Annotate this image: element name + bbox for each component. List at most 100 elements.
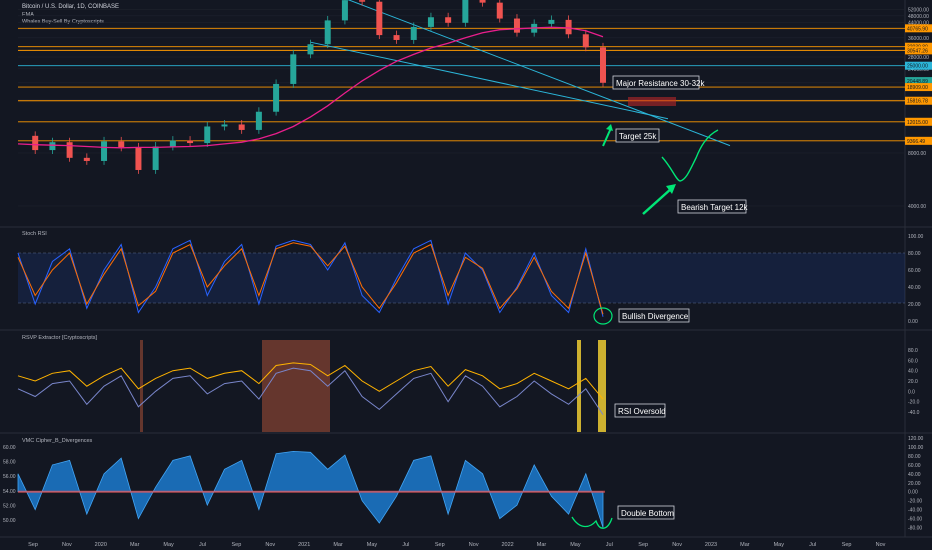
stoch-tick-label: 20.00 xyxy=(908,302,921,308)
rsvp-tick-label: -40.0 xyxy=(908,410,920,416)
candle-body xyxy=(307,44,314,55)
candle-body xyxy=(324,20,331,45)
candle-body xyxy=(135,147,142,170)
vmc-left-tick-label: 60.00 xyxy=(3,445,16,451)
candle-body xyxy=(152,146,159,170)
rsvp-tick-label: 40.0 xyxy=(908,369,918,375)
candle-body xyxy=(101,141,108,161)
stoch-tick-label: 40.00 xyxy=(908,285,921,291)
candle-body xyxy=(513,18,520,33)
price-label-text: 40765.90 xyxy=(907,26,928,32)
stoch-tick-label: 100.00 xyxy=(908,234,924,240)
double-bottom-label: Double Bottom xyxy=(621,509,674,518)
candle-body xyxy=(83,157,90,161)
rsvp-tick-label: 80.0 xyxy=(908,348,918,354)
rsvp-highlight-bar xyxy=(262,340,330,432)
candle-body xyxy=(66,142,73,158)
candle-body xyxy=(273,83,280,112)
price-label-text: 9366.49 xyxy=(907,139,925,145)
candle-body xyxy=(393,35,400,40)
rsi-oversold-annotation[interactable]: RSI Oversold xyxy=(614,403,666,418)
candle-body xyxy=(376,1,383,36)
candle-body xyxy=(462,0,469,23)
vmc-tick-label: 120.00 xyxy=(908,436,924,442)
bullish-divergence-annotation[interactable]: Bullish Divergence xyxy=(618,308,690,323)
vmc-panel-title: VMC Cipher_B_Divergences xyxy=(22,438,93,444)
vmc-left-tick-label: 52.00 xyxy=(3,503,16,509)
time-tick-label: Nov xyxy=(62,542,72,548)
price-tick-label: 36000.00 xyxy=(908,36,929,42)
time-tick-label: Nov xyxy=(876,542,886,548)
time-tick-label: Mar xyxy=(130,542,140,548)
candle-body xyxy=(49,142,56,151)
time-tick-label: 2023 xyxy=(705,542,717,548)
vmc-tick-label: -20.00 xyxy=(908,499,922,505)
time-tick-label: Sep xyxy=(232,542,242,548)
vmc-tick-label: 40.00 xyxy=(908,472,921,478)
major-resistance-annotation[interactable]: Major Resistance 30-32k xyxy=(612,75,705,90)
double-bottom-annotation[interactable]: Double Bottom xyxy=(617,505,675,520)
time-tick-label: 2022 xyxy=(501,542,513,548)
candle-body xyxy=(255,111,262,130)
time-tick-label: Sep xyxy=(28,542,38,548)
stoch-tick-label: 80.00 xyxy=(908,251,921,257)
time-tick-label: Sep xyxy=(435,542,445,548)
price-tick-label: 4000.00 xyxy=(908,204,926,210)
candle-body xyxy=(221,124,228,127)
candle-body xyxy=(118,141,125,148)
target-25k-annotation[interactable]: Target 25k xyxy=(615,128,660,143)
candle-body xyxy=(32,135,39,151)
candle-body xyxy=(359,0,366,2)
time-tick-label: May xyxy=(570,542,581,548)
ema-indicator-label: EMA xyxy=(22,12,34,18)
bullish-divergence-label: Bullish Divergence xyxy=(622,312,689,321)
candle-body xyxy=(565,19,572,35)
candle-body xyxy=(496,2,503,19)
vmc-tick-label: -60.00 xyxy=(908,517,922,523)
bearish-target-annotation[interactable]: Bearish Target 12k xyxy=(677,199,749,214)
time-tick-label: May xyxy=(163,542,174,548)
price-label-text: 30547.26 xyxy=(907,48,928,54)
vmc-left-tick-label: 54.00 xyxy=(3,489,16,495)
rsi-oversold-label: RSI Oversold xyxy=(618,407,666,416)
vmc-left-tick-label: 58.00 xyxy=(3,460,16,466)
bearish-target-label: Bearish Target 12k xyxy=(681,203,749,212)
candle-body xyxy=(600,47,606,83)
vmc-tick-label: 20.00 xyxy=(908,481,921,487)
candle-body xyxy=(548,19,555,24)
vmc-tick-label: 0.00 xyxy=(908,490,918,496)
candle-body xyxy=(410,26,417,40)
price-label-text: 15816.78 xyxy=(907,99,928,105)
time-tick-label: Jul xyxy=(199,542,206,548)
time-tick-label: Mar xyxy=(537,542,547,548)
target-25k-label: Target 25k xyxy=(619,132,657,141)
time-tick-label: Sep xyxy=(638,542,648,548)
vmc-left-tick-label: 50.00 xyxy=(3,518,16,524)
time-tick-label: Jul xyxy=(809,542,816,548)
resistance-zone-box xyxy=(628,97,676,106)
vmc-tick-label: 80.00 xyxy=(908,454,921,460)
stoch-panel-title: Stoch RSI xyxy=(22,231,47,237)
time-tick-label: Mar xyxy=(333,542,343,548)
price-label-text: 18909.00 xyxy=(907,85,928,91)
candle-body xyxy=(582,34,589,48)
rsvp-highlight-bar xyxy=(598,340,606,432)
price-label-text: 12015.00 xyxy=(907,120,928,126)
price-tick-label: 28000.00 xyxy=(908,55,929,61)
price-label-text: 25000.00 xyxy=(907,64,928,70)
time-tick-label: 2020 xyxy=(95,542,107,548)
price-tick-label: 8000.00 xyxy=(908,151,926,157)
rsvp-highlight-bar xyxy=(577,340,581,432)
candle-body xyxy=(187,140,194,144)
time-tick-label: Nov xyxy=(265,542,275,548)
candle-body xyxy=(169,140,176,147)
candle-body xyxy=(204,126,211,144)
major-resistance-label: Major Resistance 30-32k xyxy=(616,79,705,88)
candle-body xyxy=(427,17,434,27)
candle-body xyxy=(445,17,452,23)
rsvp-tick-label: 60.0 xyxy=(908,358,918,364)
symbol-title: Bitcoin / U.S. Dollar, 1D, COINBASE xyxy=(22,4,119,10)
price-tick-label: 52000.00 xyxy=(908,8,929,14)
time-tick-label: May xyxy=(367,542,378,548)
candle-body xyxy=(290,54,297,84)
